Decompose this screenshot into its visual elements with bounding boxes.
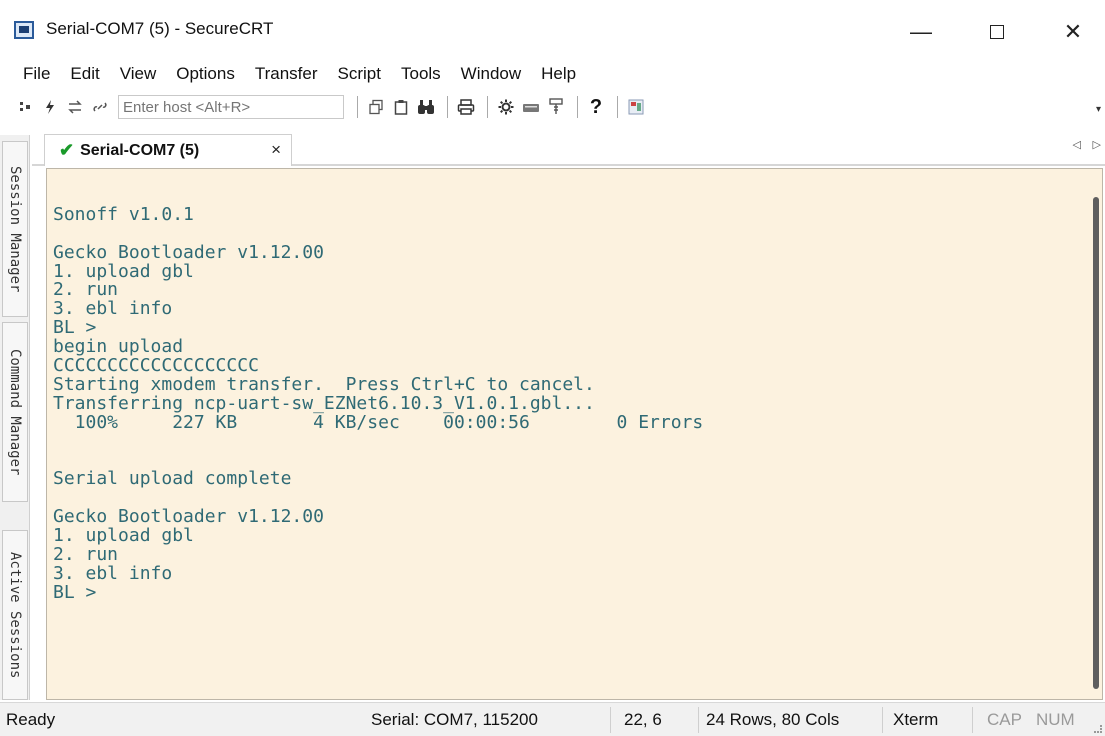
session-tab-bar: ✔ Serial-COM7 (5) × ◁ ▷ bbox=[32, 128, 1105, 166]
toolbar: ? ▾ bbox=[0, 90, 1105, 124]
tab-scroll-left-icon[interactable]: ◁ bbox=[1073, 138, 1081, 151]
terminal-scrollbar[interactable] bbox=[1093, 197, 1099, 689]
menu-help[interactable]: Help bbox=[541, 64, 576, 84]
print-icon[interactable] bbox=[455, 96, 477, 118]
menu-window[interactable]: Window bbox=[461, 64, 521, 84]
window-title: Serial-COM7 (5) - SecureCRT bbox=[46, 19, 274, 38]
connected-check-icon: ✔ bbox=[59, 140, 75, 160]
maximize-icon bbox=[990, 25, 1004, 39]
resize-grip-icon[interactable] bbox=[1094, 725, 1102, 733]
securecrt-app-icon[interactable] bbox=[14, 21, 34, 39]
disconnect-icon[interactable] bbox=[89, 96, 111, 118]
host-input[interactable] bbox=[118, 95, 344, 119]
maximize-button[interactable] bbox=[974, 12, 1020, 52]
status-separator bbox=[882, 707, 883, 733]
keymap-icon[interactable] bbox=[520, 96, 542, 118]
help-icon[interactable]: ? bbox=[585, 96, 607, 118]
menu-tools[interactable]: Tools bbox=[401, 64, 441, 84]
close-button[interactable]: ✕ bbox=[1050, 12, 1096, 52]
status-connection: Serial: COM7, 115200 bbox=[371, 710, 538, 729]
status-state: Ready bbox=[6, 710, 56, 729]
copy-icon[interactable] bbox=[365, 96, 387, 118]
minimize-button[interactable]: — bbox=[898, 12, 944, 52]
minimize-icon: — bbox=[910, 19, 932, 44]
quick-connect-icon[interactable] bbox=[39, 96, 61, 118]
menu-bar: File Edit View Options Transfer Script T… bbox=[0, 58, 1105, 90]
terminal-line: Transferring ncp-uart-sw_EZNet6.10.3_V1.… bbox=[53, 392, 595, 414]
command-manager-label: Command Manager bbox=[7, 348, 23, 476]
session-tab-label: Serial-COM7 (5) bbox=[80, 141, 200, 159]
terminal-line: Sonoff v1.0.1 bbox=[53, 203, 194, 225]
active-sessions-label: Active Sessions bbox=[7, 551, 23, 679]
toolbar-separator bbox=[447, 96, 448, 118]
terminal-line: 3. ebl info bbox=[53, 562, 173, 584]
paste-icon[interactable] bbox=[390, 96, 412, 118]
menu-script[interactable]: Script bbox=[338, 64, 381, 84]
status-caps-lock: CAP bbox=[987, 710, 1022, 729]
command-manager-tab[interactable]: Command Manager bbox=[2, 322, 28, 502]
terminal-line: Gecko Bootloader v1.12.00 bbox=[53, 506, 324, 528]
session-manager-label: Session Manager bbox=[7, 165, 23, 293]
close-icon: ✕ bbox=[1063, 19, 1083, 44]
menu-options[interactable]: Options bbox=[176, 64, 235, 84]
terminal-line: BL > bbox=[53, 581, 97, 603]
toolbar-separator bbox=[357, 96, 358, 118]
terminal-line: 1. upload gbl bbox=[53, 260, 194, 282]
menu-transfer[interactable]: Transfer bbox=[255, 64, 318, 84]
find-icon[interactable] bbox=[415, 96, 437, 118]
connect-icon[interactable] bbox=[14, 96, 36, 118]
status-terminal-size: 24 Rows, 80 Cols bbox=[706, 710, 840, 729]
terminal-view[interactable]: Sonoff v1.0.1 Gecko Bootloader v1.12.00 1.… bbox=[46, 168, 1103, 700]
terminal-line: 1. upload gbl bbox=[53, 525, 194, 547]
terminal-line: 3. ebl info bbox=[53, 298, 173, 320]
menu-view[interactable]: View bbox=[120, 64, 157, 84]
session-tab[interactable]: ✔ Serial-COM7 (5) × bbox=[44, 134, 292, 166]
status-bar: Ready Serial: COM7, 115200 22, 6 24 Rows… bbox=[0, 702, 1105, 736]
toolbar-separator bbox=[487, 96, 488, 118]
status-separator bbox=[972, 707, 973, 733]
toolbar-overflow-icon[interactable]: ▾ bbox=[1096, 104, 1101, 115]
script-icon[interactable] bbox=[625, 96, 647, 118]
menu-file[interactable]: File bbox=[23, 64, 50, 84]
reconnect-icon[interactable] bbox=[64, 96, 86, 118]
status-cursor-position: 22, 6 bbox=[624, 710, 662, 729]
status-num-lock: NUM bbox=[1036, 710, 1075, 729]
session-manager-tab[interactable]: Session Manager bbox=[2, 141, 28, 317]
tab-close-icon[interactable]: × bbox=[271, 140, 281, 160]
title-bar: Serial-COM7 (5) - SecureCRT — ✕ bbox=[0, 0, 1105, 58]
toolbar-separator bbox=[617, 96, 618, 118]
sftp-icon[interactable] bbox=[545, 96, 567, 118]
left-dock: Session Manager Command Manager Active S… bbox=[0, 135, 30, 700]
terminal-line: 2. run bbox=[53, 543, 119, 565]
terminal-output: Sonoff v1.0.1 Gecko Bootloader v1.12.00 1.… bbox=[53, 187, 1073, 603]
terminal-line: Gecko Bootloader v1.12.00 bbox=[53, 241, 324, 263]
terminal-line: Serial upload complete bbox=[53, 468, 292, 490]
toolbar-separator bbox=[577, 96, 578, 118]
status-separator bbox=[610, 707, 611, 733]
status-emulation: Xterm bbox=[893, 710, 939, 729]
terminal-line: 2. run bbox=[53, 279, 119, 301]
terminal-line: BL > bbox=[53, 317, 97, 339]
status-separator bbox=[698, 707, 699, 733]
tab-scroll-right-icon[interactable]: ▷ bbox=[1093, 138, 1101, 151]
terminal-line: Starting xmodem transfer. Press Ctrl+C t… bbox=[53, 373, 595, 395]
terminal-line: 100% 227 KB 4 KB/sec 00:00:56 0 Errors bbox=[53, 411, 704, 433]
active-sessions-tab[interactable]: Active Sessions bbox=[2, 530, 28, 700]
settings-icon[interactable] bbox=[495, 96, 517, 118]
menu-edit[interactable]: Edit bbox=[70, 64, 99, 84]
